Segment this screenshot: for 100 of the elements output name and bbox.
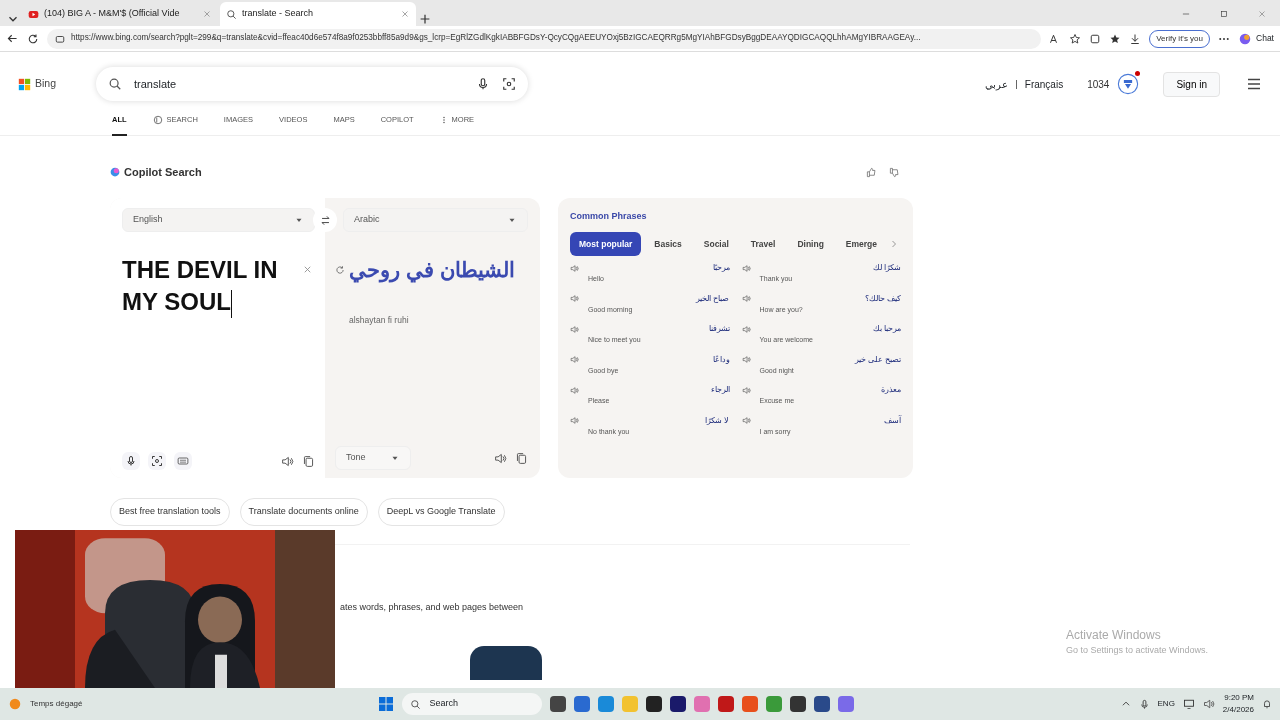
phrase-tab[interactable]: Most popular xyxy=(570,231,642,257)
star-icon[interactable] xyxy=(1069,32,1082,45)
app-icon[interactable] xyxy=(550,696,567,712)
copy-icon[interactable] xyxy=(515,451,528,465)
speaker-icon[interactable] xyxy=(741,416,751,426)
phrase-tab[interactable]: Travel xyxy=(741,231,785,257)
video-icon xyxy=(28,8,39,20)
language-link[interactable]: عربي xyxy=(984,76,1008,92)
speaker-icon[interactable] xyxy=(570,385,579,395)
points-count: 1034 xyxy=(1087,77,1110,92)
clock-time[interactable]: 9:20 PM xyxy=(1224,692,1254,704)
search-icon xyxy=(226,8,237,20)
transliteration-text: alshaytan fi ruhi xyxy=(348,313,410,327)
rewards-icon[interactable] xyxy=(1117,73,1140,95)
query-field[interactable]: translate xyxy=(96,67,528,101)
arabic-phrase: تشرفنا xyxy=(708,323,730,336)
source-text[interactable]: THE DEVIL IN MY SOUL xyxy=(122,254,292,318)
language-indicator[interactable]: ENG xyxy=(1157,698,1175,710)
speaker-icon[interactable] xyxy=(741,263,751,273)
verify-button[interactable]: Verify it's you xyxy=(1149,29,1211,48)
speaker-icon[interactable] xyxy=(741,385,751,395)
browser-tab[interactable]: translate - Search xyxy=(220,2,416,26)
app-icon[interactable] xyxy=(670,696,687,712)
speaker-icon[interactable] xyxy=(281,454,294,468)
copilot-icon[interactable] xyxy=(1238,31,1253,46)
weather-text[interactable]: Temps dégagé xyxy=(30,698,83,710)
logo-text[interactable]: Bing xyxy=(35,76,56,92)
arabic-phrase: وداعًا xyxy=(712,353,730,366)
section-title: Copilot Search xyxy=(124,164,202,180)
related-search-chip[interactable]: DeepL vs Google Translate xyxy=(377,498,505,526)
activation-subtitle: Go to Settings to activate Windows. xyxy=(1066,644,1209,657)
copilot-icon xyxy=(110,167,120,177)
logo-icon[interactable] xyxy=(18,77,31,91)
speaker-icon[interactable] xyxy=(741,355,751,365)
phrase-tab[interactable]: Dining xyxy=(788,231,833,257)
copy-icon[interactable] xyxy=(302,454,315,468)
microphone-icon[interactable] xyxy=(125,455,137,467)
start-icon[interactable] xyxy=(378,696,395,712)
chat-link[interactable]: Chat xyxy=(1256,32,1274,45)
thumbs-up-icon[interactable] xyxy=(866,166,877,178)
phrase-tab[interactable]: Social xyxy=(694,231,738,257)
app-icon[interactable] xyxy=(814,696,831,712)
site-info-icon xyxy=(55,33,65,44)
phrase-tab[interactable]: Emerge xyxy=(836,231,887,257)
related-search-chip[interactable]: Best free translation tools xyxy=(110,498,230,526)
language-dropdown[interactable]: Arabic xyxy=(343,208,528,232)
app-icon[interactable] xyxy=(790,696,807,712)
speaker-icon[interactable] xyxy=(741,324,751,334)
app-tile-icon[interactable] xyxy=(470,646,542,680)
speaker-icon[interactable] xyxy=(570,294,579,304)
sign-in-button[interactable]: Sign in xyxy=(1163,71,1220,97)
arabic-phrase: معذرة xyxy=(881,384,901,397)
taskbar-search-field[interactable]: Search xyxy=(402,693,543,715)
download-icon[interactable] xyxy=(1129,32,1142,45)
browser-tab[interactable]: (104) BIG A - M&M'$ (Official Vide xyxy=(22,2,218,26)
microphone-icon[interactable] xyxy=(476,77,490,91)
extension-icon[interactable] xyxy=(1089,32,1102,45)
search-icon xyxy=(108,77,122,91)
close-icon[interactable] xyxy=(400,9,410,19)
plus-icon[interactable] xyxy=(418,12,432,26)
menu-icon[interactable] xyxy=(1246,76,1262,92)
notification-icon[interactable] xyxy=(1262,699,1272,709)
app-icon[interactable] xyxy=(646,696,663,712)
snippet-text: ates words, phrases, and web pages between xyxy=(339,600,525,614)
activation-title: Activate Windows xyxy=(1066,627,1162,644)
search-icon xyxy=(410,698,422,710)
section-title: Common Phrases xyxy=(570,210,648,223)
address-field[interactable]: https://www.bing.com/search?pglt=299&q=translate&cvid=ffeac40d6e574f8a9f0253bbff85a9d9&gs_lcrp=EgRlZGdlKgkIABBFGDsY-QcyCQgAEEUYOxj5BzIGCAEQRRg5MgYIAhBFGDsyBggDEAAYQDIGCAQQLhhAMgYIBRAAGEAy... xyxy=(47,28,1042,49)
speaker-icon[interactable] xyxy=(570,324,579,334)
speaker-icon[interactable] xyxy=(570,416,579,426)
speaker-icon[interactable] xyxy=(570,355,579,365)
arabic-phrase: الرجاء xyxy=(710,384,730,397)
restore-icon[interactable] xyxy=(1219,9,1229,19)
arabic-phrase: شكرًا لك xyxy=(872,262,901,275)
visual-search-icon[interactable] xyxy=(502,77,516,91)
speaker-icon[interactable] xyxy=(570,263,579,273)
camera-icon[interactable] xyxy=(151,455,163,467)
tone-dropdown[interactable]: Tone xyxy=(335,446,411,470)
phrase-tab[interactable]: Basics xyxy=(645,231,691,257)
clear-icon[interactable] xyxy=(302,264,313,275)
arabic-phrase: مرحبا بك xyxy=(872,323,901,336)
related-search-chip[interactable]: Translate documents online xyxy=(239,498,368,526)
network-icon[interactable] xyxy=(1182,698,1195,710)
back-icon[interactable] xyxy=(6,32,19,45)
swap-icon xyxy=(319,214,331,226)
arabic-phrase: آسف xyxy=(884,414,901,427)
speaker-icon[interactable] xyxy=(494,451,507,465)
volume-icon[interactable] xyxy=(1202,698,1215,710)
speaker-icon[interactable] xyxy=(741,294,751,304)
arabic-phrase: لا شكرًا xyxy=(705,414,730,427)
refresh-icon[interactable] xyxy=(27,32,39,45)
thumbs-down-icon[interactable] xyxy=(889,166,900,178)
tab-title: (104) BIG A - M&M'$ (Official Vide xyxy=(44,7,181,21)
clock-date[interactable]: 2/4/2026 xyxy=(1222,704,1254,716)
close-icon[interactable] xyxy=(1257,9,1267,19)
language-dropdown[interactable]: English xyxy=(122,208,315,232)
chevron-up-icon[interactable] xyxy=(1120,699,1131,709)
language-link[interactable]: Français xyxy=(1024,76,1064,92)
keyboard-icon[interactable] xyxy=(177,455,189,467)
close-icon[interactable] xyxy=(202,9,212,19)
